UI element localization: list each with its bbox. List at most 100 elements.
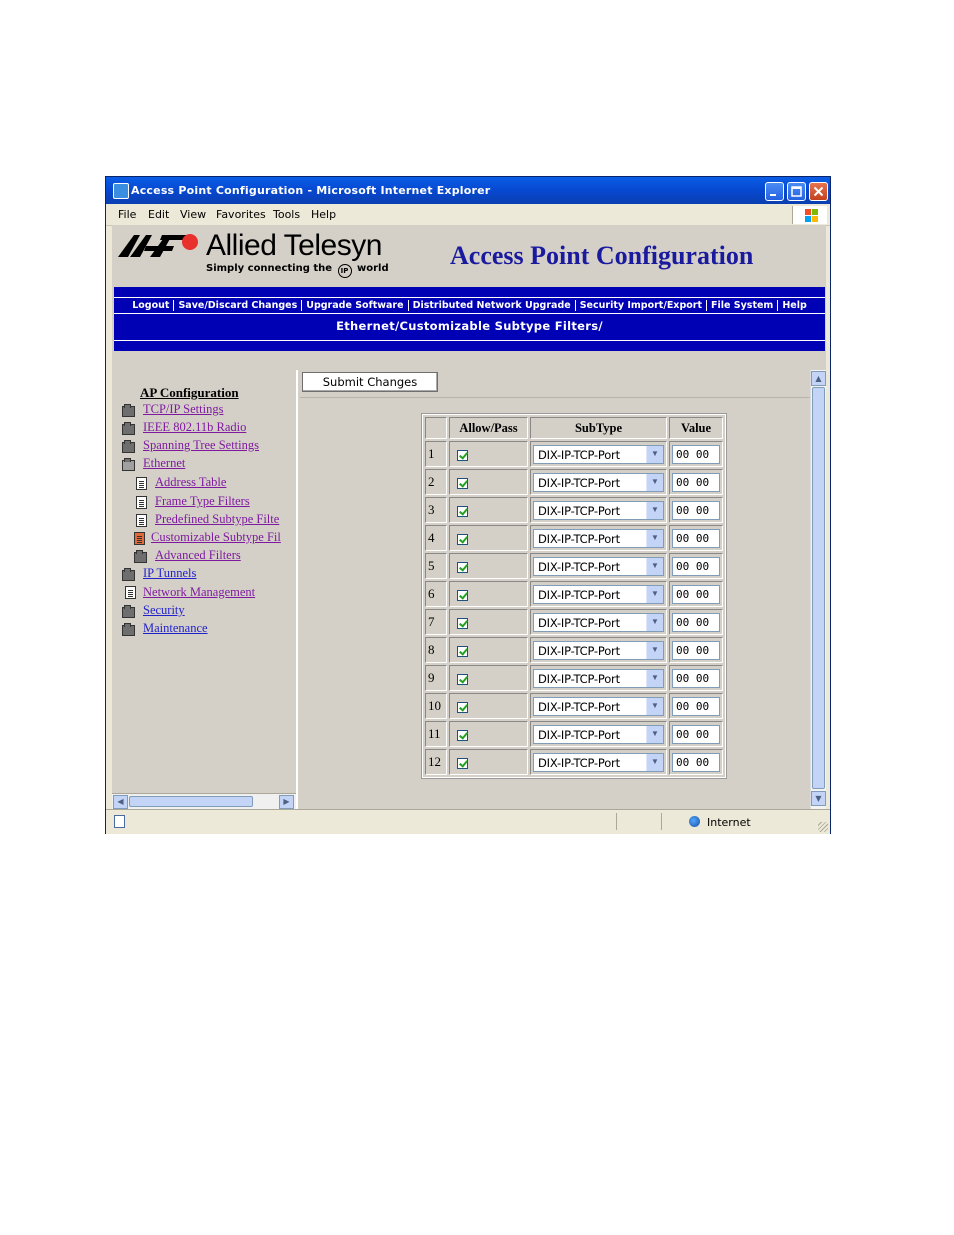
chevron-down-icon[interactable]: ▼ (646, 697, 663, 715)
tree-root[interactable]: AP Configuration (140, 385, 239, 401)
folder-icon[interactable] (122, 404, 135, 417)
tree-horizontal-scrollbar[interactable]: ◀ ▶ (112, 793, 296, 809)
tree-item-spanning-tree[interactable]: Spanning Tree Settings (143, 438, 259, 453)
nav-help[interactable]: Help (778, 300, 810, 311)
chevron-down-icon[interactable]: ▼ (646, 753, 663, 771)
subtype-select[interactable]: DIX-IP-TCP-Port ▼ (533, 472, 664, 492)
tree-item-ip-tunnels[interactable]: IP Tunnels (143, 566, 196, 581)
allow-pass-checkbox[interactable] (457, 477, 468, 489)
value-input[interactable]: 00 00 (672, 724, 720, 744)
folder-icon[interactable] (122, 623, 135, 636)
tree-item-ethernet[interactable]: Ethernet (143, 456, 185, 471)
subtype-select[interactable]: DIX-IP-TCP-Port ▼ (533, 640, 664, 660)
allow-pass-checkbox[interactable] (457, 757, 468, 769)
chevron-down-icon[interactable]: ▼ (646, 585, 663, 603)
allow-pass-checkbox[interactable] (457, 589, 468, 601)
menu-file[interactable]: File (118, 208, 136, 221)
chevron-down-icon[interactable]: ▼ (646, 557, 663, 575)
subtype-select[interactable]: DIX-IP-TCP-Port ▼ (533, 612, 664, 632)
chevron-down-icon[interactable]: ▼ (646, 473, 663, 491)
value-input[interactable]: 00 00 (672, 584, 720, 604)
chevron-down-icon[interactable]: ▼ (646, 501, 663, 519)
main-vertical-scrollbar[interactable]: ▲ ▼ (810, 370, 826, 809)
tree-item-maintenance[interactable]: Maintenance (143, 621, 208, 636)
nav-distributed-upgrade[interactable]: Distributed Network Upgrade (409, 300, 575, 311)
tree-item-radio[interactable]: IEEE 802.11b Radio (143, 420, 246, 435)
chevron-down-icon[interactable]: ▼ (646, 725, 663, 743)
value-input[interactable]: 00 00 (672, 556, 720, 576)
value-input[interactable]: 00 00 (672, 696, 720, 716)
chevron-down-icon[interactable]: ▼ (646, 641, 663, 659)
resize-grip-icon[interactable] (818, 822, 828, 832)
value-input[interactable]: 00 00 (672, 668, 720, 688)
allow-pass-checkbox[interactable] (457, 645, 468, 657)
chevron-down-icon[interactable]: ▼ (646, 529, 663, 547)
allow-pass-checkbox[interactable] (457, 729, 468, 741)
subtype-select[interactable]: DIX-IP-TCP-Port ▼ (533, 668, 664, 688)
tree-item-customizable-subtype[interactable]: Customizable Subtype Fil (151, 530, 281, 545)
table-row: 1 DIX-IP-TCP-Port ▼ 00 00 (425, 441, 723, 467)
allow-pass-cell (449, 525, 528, 551)
value-cell: 00 00 (669, 721, 723, 747)
allow-pass-checkbox[interactable] (457, 449, 468, 461)
subtype-select[interactable]: DIX-IP-TCP-Port ▼ (533, 696, 664, 716)
chevron-down-icon[interactable]: ▼ (646, 669, 663, 687)
folder-icon[interactable] (122, 440, 135, 453)
tree-item-security[interactable]: Security (143, 603, 185, 618)
value-input[interactable]: 00 00 (672, 528, 720, 548)
value-input[interactable]: 00 00 (672, 444, 720, 464)
minimize-button[interactable] (765, 182, 784, 201)
scroll-up-icon[interactable]: ▲ (811, 371, 826, 386)
menu-tools[interactable]: Tools (273, 208, 300, 221)
allow-pass-checkbox[interactable] (457, 617, 468, 629)
tree-item-advanced-filters[interactable]: Advanced Filters (155, 548, 241, 563)
value-input[interactable]: 00 00 (672, 472, 720, 492)
subtype-select[interactable]: DIX-IP-TCP-Port ▼ (533, 724, 664, 744)
title-bar[interactable]: Access Point Configuration - Microsoft I… (106, 177, 830, 204)
folder-icon[interactable] (122, 422, 135, 435)
subtype-select[interactable]: DIX-IP-TCP-Port ▼ (533, 556, 664, 576)
scroll-down-icon[interactable]: ▼ (811, 791, 826, 806)
tree-item-predefined-subtype[interactable]: Predefined Subtype Filte (155, 512, 279, 527)
allow-pass-checkbox[interactable] (457, 673, 468, 685)
folder-icon[interactable] (134, 550, 147, 563)
nav-file-system[interactable]: File System (707, 300, 777, 311)
folder-icon[interactable] (122, 568, 135, 581)
tree-item-frame-type-filters[interactable]: Frame Type Filters (155, 494, 250, 509)
chevron-down-icon[interactable]: ▼ (646, 613, 663, 631)
tree-item-address-table[interactable]: Address Table (155, 475, 226, 490)
tree-item-network-management[interactable]: Network Management (143, 585, 255, 600)
scroll-thumb[interactable] (129, 796, 253, 807)
tree-item-tcpip[interactable]: TCP/IP Settings (143, 402, 223, 417)
subtype-select[interactable]: DIX-IP-TCP-Port ▼ (533, 584, 664, 604)
allow-pass-checkbox[interactable] (457, 533, 468, 545)
maximize-button[interactable] (787, 182, 806, 201)
scroll-thumb[interactable] (812, 387, 825, 789)
subtype-select[interactable]: DIX-IP-TCP-Port ▼ (533, 752, 664, 772)
menu-help[interactable]: Help (311, 208, 336, 221)
close-button[interactable] (809, 182, 828, 201)
allow-pass-checkbox[interactable] (457, 505, 468, 517)
allow-pass-checkbox[interactable] (457, 701, 468, 713)
allow-pass-checkbox[interactable] (457, 561, 468, 573)
subtype-select[interactable]: DIX-IP-TCP-Port ▼ (533, 500, 664, 520)
submit-changes-button[interactable]: Submit Changes (302, 372, 438, 392)
folder-icon[interactable] (122, 605, 135, 618)
scroll-left-icon[interactable]: ◀ (113, 795, 128, 809)
menu-view[interactable]: View (180, 208, 206, 221)
menu-edit[interactable]: Edit (148, 208, 169, 221)
chevron-down-icon[interactable]: ▼ (646, 445, 663, 463)
value-input[interactable]: 00 00 (672, 640, 720, 660)
nav-logout[interactable]: Logout (128, 300, 173, 311)
value-input[interactable]: 00 00 (672, 500, 720, 520)
subtype-select[interactable]: DIX-IP-TCP-Port ▼ (533, 444, 664, 464)
scroll-right-icon[interactable]: ▶ (279, 795, 294, 809)
value-input[interactable]: 00 00 (672, 752, 720, 772)
menu-favorites[interactable]: Favorites (216, 208, 266, 221)
nav-save-discard[interactable]: Save/Discard Changes (174, 300, 301, 311)
folder-open-icon[interactable] (122, 458, 135, 471)
value-input[interactable]: 00 00 (672, 612, 720, 632)
subtype-select[interactable]: DIX-IP-TCP-Port ▼ (533, 528, 664, 548)
nav-upgrade-software[interactable]: Upgrade Software (302, 300, 407, 311)
nav-security-import-export[interactable]: Security Import/Export (576, 300, 706, 311)
